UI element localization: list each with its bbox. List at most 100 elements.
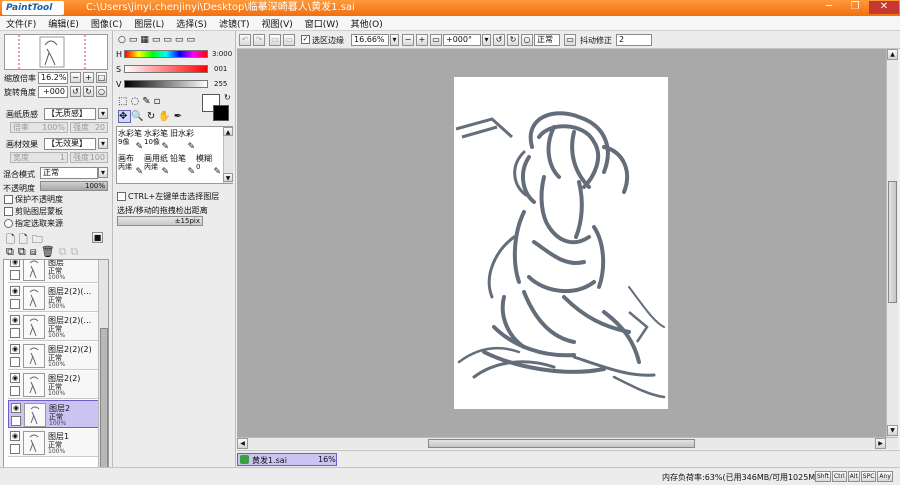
layer-visibility-eye-icon[interactable]: ◉ bbox=[10, 344, 20, 354]
scroll-down-icon[interactable]: ▼ bbox=[887, 425, 898, 436]
vertical-scroll-thumb[interactable] bbox=[888, 181, 897, 303]
rotate-cw-button[interactable]: ↻ bbox=[507, 34, 519, 46]
layer-lock-toggle[interactable] bbox=[11, 416, 21, 426]
canvas-zoom-dropdown-icon[interactable]: ▾ bbox=[390, 34, 399, 46]
canvas-angle-field[interactable]: +000° bbox=[443, 34, 481, 46]
brush-grid-scrollbar[interactable]: ▲ ▼ bbox=[223, 127, 233, 183]
brush-scroll-down-icon[interactable]: ▼ bbox=[223, 173, 233, 182]
clear-layer-icon[interactable]: ⧈ bbox=[30, 245, 41, 258]
menu-layer[interactable]: 图层(L) bbox=[128, 17, 170, 30]
zoom-value[interactable]: 16.2% bbox=[38, 72, 68, 84]
brush-slot[interactable]: 水彩笔 10像 ✎ bbox=[144, 129, 170, 153]
layer-visibility-eye-icon[interactable]: ◉ bbox=[10, 373, 20, 383]
canvas-mode-button[interactable]: ▭ bbox=[564, 34, 576, 46]
swatch-icon[interactable]: ▭ bbox=[163, 35, 175, 45]
layer-item[interactable]: ◉ 图层2(2)(2) 正常 100% bbox=[8, 342, 100, 370]
blend-mode-select[interactable]: 正常 bbox=[40, 167, 98, 179]
layer-list-scroll-thumb[interactable] bbox=[100, 328, 108, 476]
value-slider[interactable] bbox=[124, 80, 208, 88]
transfer-down-icon[interactable]: ⧉ bbox=[6, 245, 18, 258]
rotate-reset-button[interactable]: ○ bbox=[96, 86, 107, 97]
layer-visibility-eye-icon[interactable]: ◉ bbox=[10, 431, 20, 441]
selection-edge-checkbox[interactable]: ✓ bbox=[301, 35, 310, 44]
zoom-out-button[interactable]: − bbox=[70, 72, 81, 83]
scroll-up-icon[interactable]: ▲ bbox=[887, 49, 898, 60]
invert-selection-button[interactable]: ▭ bbox=[283, 34, 295, 46]
brush-slot[interactable]: 铅笔 ✎ bbox=[170, 154, 196, 178]
menu-filter[interactable]: 滤镜(T) bbox=[213, 17, 256, 30]
document-tab[interactable]: 黄发1.sai 16% bbox=[237, 453, 337, 466]
layer-item[interactable]: ◉ 图层2(2)(... 正常 100% bbox=[8, 284, 100, 312]
horizontal-scroll-thumb[interactable] bbox=[428, 439, 695, 448]
paper-texture-dropdown-icon[interactable]: ▾ bbox=[98, 108, 108, 119]
rotate-value[interactable]: +000 bbox=[38, 86, 68, 98]
background-color-swatch[interactable] bbox=[213, 105, 229, 121]
brush-slot[interactable]: 画用纸 丙烯 ✎ bbox=[144, 154, 170, 178]
scroll-left-icon[interactable]: ◀ bbox=[237, 438, 248, 449]
saturation-slider[interactable] bbox=[124, 65, 208, 73]
hand-tool-icon[interactable]: ✋ bbox=[158, 111, 173, 122]
rect-select-icon[interactable]: ⬚ bbox=[118, 96, 130, 107]
material-effect-select[interactable]: 【无效果】 bbox=[44, 138, 96, 150]
zoom-tool-icon[interactable]: 🔍 bbox=[131, 111, 146, 122]
opacity-slider[interactable]: 100% bbox=[40, 181, 108, 191]
rotate-left-button[interactable]: ↺ bbox=[70, 86, 81, 97]
layer-item[interactable]: ◉ 图层2(2) 正常 100% bbox=[8, 371, 100, 399]
color-extra-icon[interactable]: ▭ bbox=[186, 35, 198, 45]
menu-select[interactable]: 选择(S) bbox=[170, 17, 213, 30]
material-effect-dropdown-icon[interactable]: ▾ bbox=[98, 138, 108, 149]
delete-layer-icon[interactable]: 🗑 bbox=[41, 245, 59, 258]
preserve-opacity-checkbox[interactable] bbox=[4, 195, 13, 204]
hsv-slider-icon[interactable]: ▦ bbox=[140, 35, 152, 45]
menu-window[interactable]: 窗口(W) bbox=[299, 17, 345, 30]
hue-slider[interactable] bbox=[124, 50, 208, 58]
rotate-ccw-button[interactable]: ↺ bbox=[493, 34, 505, 46]
scroll-right-icon[interactable]: ▶ bbox=[875, 438, 886, 449]
brush-scroll-up-icon[interactable]: ▲ bbox=[223, 127, 233, 136]
swap-colors-icon[interactable]: ↻ bbox=[224, 93, 231, 102]
layer-lock-toggle[interactable] bbox=[10, 270, 20, 280]
zoom-in-button[interactable]: + bbox=[83, 72, 94, 83]
restore-button[interactable]: ❐ bbox=[843, 1, 867, 14]
rotate-tool-icon[interactable]: ↻ bbox=[147, 111, 158, 122]
canvas-vertical-scrollbar[interactable]: ▲ ▼ bbox=[886, 49, 898, 437]
menu-other[interactable]: 其他(O) bbox=[345, 17, 389, 30]
layer-item[interactable]: ◉ 图层2(2)(... 正常 100% bbox=[8, 313, 100, 341]
scratchpad-icon[interactable]: ▭ bbox=[175, 35, 187, 45]
layer-lock-toggle[interactable] bbox=[10, 299, 20, 309]
rotate-reset-canvas-button[interactable]: ○ bbox=[521, 34, 533, 46]
lasso-icon[interactable]: ◌ bbox=[130, 96, 142, 107]
close-button[interactable]: ✕ bbox=[869, 1, 899, 14]
ctrl-click-layer-checkbox[interactable] bbox=[117, 192, 126, 201]
drag-distance-slider[interactable]: ±15pix bbox=[117, 216, 203, 226]
menu-view[interactable]: 视图(V) bbox=[256, 17, 299, 30]
brush-slot[interactable]: 旧水彩 ✎ bbox=[170, 129, 196, 153]
layer-item[interactable]: ◉ 图层1 正常 100% bbox=[8, 429, 100, 457]
canvas-horizontal-scrollbar[interactable]: ◀ ▶ bbox=[237, 437, 898, 449]
selection-source-checkbox[interactable] bbox=[4, 219, 13, 228]
layer-visibility-eye-icon[interactable]: ◉ bbox=[11, 403, 21, 413]
magic-wand-icon[interactable]: ✎ bbox=[142, 96, 153, 107]
layer-lock-toggle[interactable] bbox=[10, 444, 20, 454]
layer-lock-toggle[interactable] bbox=[10, 386, 20, 396]
canvas-zoom-field[interactable]: 16.66% bbox=[351, 34, 389, 46]
zoom-actual-button[interactable]: ▭ bbox=[430, 34, 442, 46]
blend-mode-dropdown-icon[interactable]: ▾ bbox=[98, 167, 108, 178]
layer-visibility-eye-icon[interactable]: ◉ bbox=[10, 315, 20, 325]
layer-item[interactable]: ◉ 图层 正常 100% bbox=[8, 260, 100, 283]
color-mix-icon[interactable]: ▭ bbox=[152, 35, 164, 45]
brush-slot[interactable]: 画布 丙烯 ✎ bbox=[118, 154, 144, 178]
color-wheel-icon[interactable]: ○ bbox=[118, 35, 129, 45]
paper-texture-select[interactable]: 【无质感】 bbox=[44, 108, 96, 120]
zoom-out-canvas-button[interactable]: − bbox=[402, 34, 414, 46]
stabilizer-value[interactable]: 2 bbox=[616, 34, 652, 46]
menu-file[interactable]: 文件(F) bbox=[0, 17, 42, 30]
merge-down-icon[interactable]: ⧉ bbox=[18, 245, 30, 258]
rotate-right-button[interactable]: ↻ bbox=[83, 86, 94, 97]
layer-list-scrollbar[interactable] bbox=[98, 260, 108, 480]
move-tool-icon[interactable]: ✥ bbox=[118, 110, 132, 123]
menu-edit[interactable]: 编辑(E) bbox=[42, 17, 85, 30]
clipping-mask-checkbox[interactable] bbox=[4, 207, 13, 216]
redo-button[interactable]: ↷ bbox=[253, 34, 265, 46]
menu-image[interactable]: 图像(C) bbox=[85, 17, 128, 30]
